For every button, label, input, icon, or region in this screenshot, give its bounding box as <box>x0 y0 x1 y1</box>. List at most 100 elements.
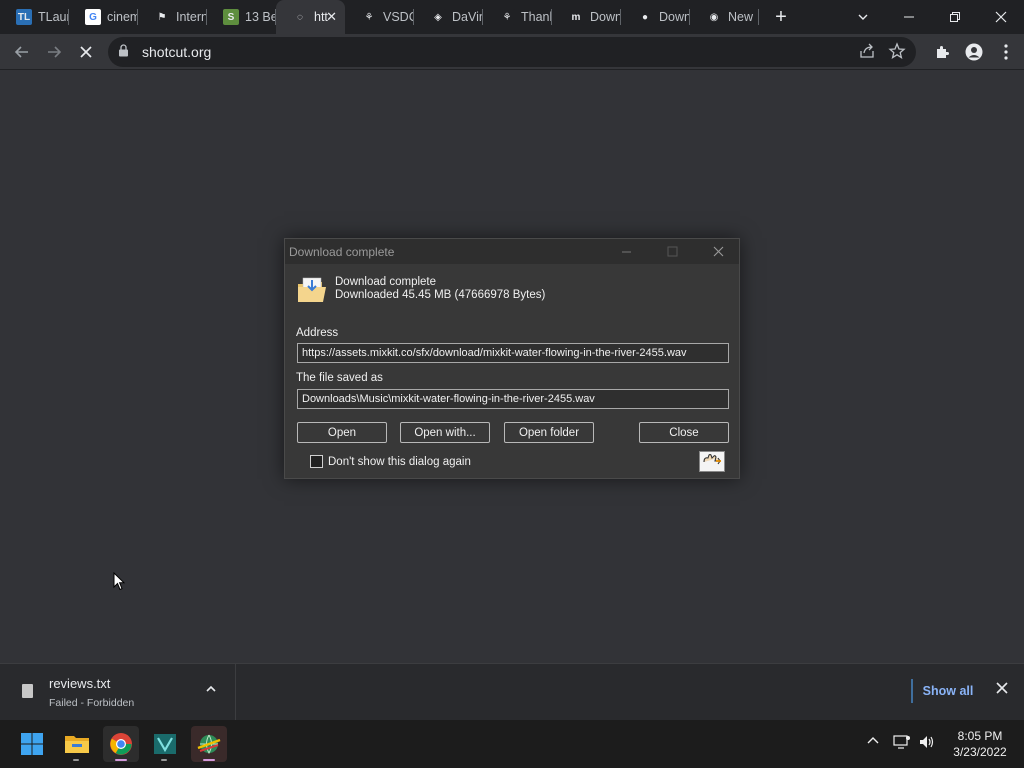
browser-tab[interactable]: m Down <box>552 0 621 34</box>
vsdc-icon: ⚘ <box>499 9 515 25</box>
minimize-icon <box>904 16 914 18</box>
browser-tab[interactable]: ⚘ VSDC <box>345 0 414 34</box>
network-icon[interactable] <box>893 734 911 753</box>
tlauncher-icon: TL <box>16 9 32 25</box>
close-window-button[interactable] <box>978 0 1024 34</box>
download-complete-dialog: Download complete Download complete Down… <box>284 238 740 479</box>
taskbar-chrome[interactable] <box>103 726 139 762</box>
running-indicator <box>115 759 127 761</box>
show-all-button[interactable]: Show all <box>912 679 984 703</box>
address-field[interactable]: https://assets.mixkit.co/sfx/download/mi… <box>297 343 729 363</box>
dialog-title: Download complete <box>289 244 395 259</box>
address-bar[interactable]: shotcut.org <box>108 37 916 67</box>
dont-show-again-checkbox-row[interactable]: Don't show this dialog again <box>310 455 471 468</box>
idm-globe-icon <box>197 734 221 755</box>
chrome-icon: ◉ <box>706 9 722 25</box>
saved-as-label: The file saved as <box>296 372 383 384</box>
dialog-minimize-button[interactable] <box>603 239 649 264</box>
browser-tab[interactable]: ● Down <box>621 0 690 34</box>
minimize-button[interactable] <box>886 0 932 34</box>
browser-toolbar: shotcut.org <box>0 34 1024 70</box>
tab-title: DaVin <box>452 10 482 24</box>
browser-tab[interactable]: ◉ New <box>690 0 759 34</box>
download-status: Failed - Forbidden <box>49 697 135 709</box>
windows-taskbar: 8:05 PM 3/23/2022 <box>0 720 1024 768</box>
chrome-icon <box>110 733 132 755</box>
volume-icon[interactable] <box>918 734 936 753</box>
stop-loading-button[interactable] <box>70 36 102 68</box>
menu-kebab-icon[interactable] <box>994 40 1018 64</box>
arrow-left-icon <box>14 45 28 58</box>
close-icon <box>713 246 723 257</box>
mouse-cursor-icon <box>113 572 125 591</box>
idm-hand-icon[interactable] <box>699 451 725 472</box>
minimize-icon <box>621 251 631 253</box>
video-app-icon <box>154 734 176 754</box>
chevron-up-icon <box>206 685 216 692</box>
maximize-icon <box>667 246 677 257</box>
dialog-close-button[interactable] <box>695 239 741 264</box>
download-item-menu-button[interactable] <box>205 682 217 698</box>
davinci-icon: ◈ <box>430 9 446 25</box>
dialog-heading: Download complete <box>335 276 437 288</box>
show-hidden-icons-button[interactable] <box>866 734 880 751</box>
taskbar-media-app[interactable] <box>147 726 183 762</box>
browser-tab[interactable]: ⚘ Thank <box>483 0 552 34</box>
close-button[interactable]: Close <box>639 422 729 443</box>
restore-button[interactable] <box>932 0 978 34</box>
tab-title: cinem <box>107 10 137 24</box>
browser-tab[interactable]: ◌ htt ✕ <box>276 0 345 34</box>
tab-title: New <box>728 10 754 24</box>
tab-separator <box>758 9 759 25</box>
tab-close-button[interactable]: ✕ <box>326 9 337 25</box>
new-tab-button[interactable]: + <box>765 0 797 34</box>
close-icon <box>995 11 1007 23</box>
green-flag-icon: ⚑ <box>154 9 170 25</box>
saved-as-field[interactable]: Downloads\Music\mixkit-water-flowing-in-… <box>297 389 729 409</box>
file-icon <box>22 684 33 698</box>
extensions-icon[interactable] <box>930 40 954 64</box>
browser-tab[interactable]: Gcinem <box>69 0 138 34</box>
mixkit-icon: m <box>568 9 584 25</box>
tab-title: 13 Be <box>245 10 275 24</box>
browser-tab[interactable]: TL TLaun <box>0 0 69 34</box>
dont-show-again-checkbox[interactable] <box>310 455 323 468</box>
running-indicator <box>203 759 215 761</box>
system-clock[interactable]: 8:05 PM 3/23/2022 <box>944 728 1016 760</box>
tab-title: Intern <box>176 10 206 24</box>
download-item[interactable]: reviews.txt Failed - Forbidden <box>0 664 236 721</box>
dont-show-again-label: Don't show this dialog again <box>328 455 471 468</box>
plus-icon: + <box>775 5 787 28</box>
dialog-heading-block: Download complete Downloaded 45.45 MB (4… <box>335 276 545 302</box>
browser-tab[interactable]: ⚑ Intern <box>138 0 207 34</box>
open-with-button[interactable]: Open with... <box>400 422 490 443</box>
leaf-icon: ● <box>637 9 653 25</box>
taskbar-download-manager[interactable] <box>191 726 227 762</box>
share-icon[interactable] <box>858 42 876 60</box>
open-folder-button[interactable]: Open folder <box>504 422 594 443</box>
download-shelf: reviews.txt Failed - Forbidden Show all <box>0 663 1024 721</box>
restore-icon <box>950 12 960 22</box>
open-button[interactable]: Open <box>297 422 387 443</box>
tab-title: TLaun <box>38 10 68 24</box>
tab-title: Thank <box>521 10 551 24</box>
browser-tab[interactable]: S 13 Be <box>207 0 276 34</box>
tab-search-button[interactable] <box>840 0 886 34</box>
address-label: Address <box>296 327 339 339</box>
forward-button[interactable] <box>38 36 70 68</box>
clock-time: 8:05 PM <box>957 729 1003 743</box>
tab-title: Down <box>659 10 689 24</box>
arrow-right-icon <box>48 45 62 58</box>
star-icon[interactable] <box>888 42 906 60</box>
back-button[interactable] <box>6 36 38 68</box>
close-download-shelf-button[interactable] <box>996 681 1008 698</box>
folder-download-icon <box>298 277 326 302</box>
taskbar-file-explorer[interactable] <box>59 726 95 762</box>
start-button[interactable] <box>14 726 50 762</box>
browser-tab[interactable]: ◈ DaVin <box>414 0 483 34</box>
profile-icon[interactable] <box>962 40 986 64</box>
dialog-maximize-button[interactable] <box>649 239 695 264</box>
download-size-text: Downloaded 45.45 MB (47666978 Bytes) <box>335 289 546 301</box>
tab-title: VSDC <box>383 10 413 24</box>
running-indicator <box>161 759 167 761</box>
